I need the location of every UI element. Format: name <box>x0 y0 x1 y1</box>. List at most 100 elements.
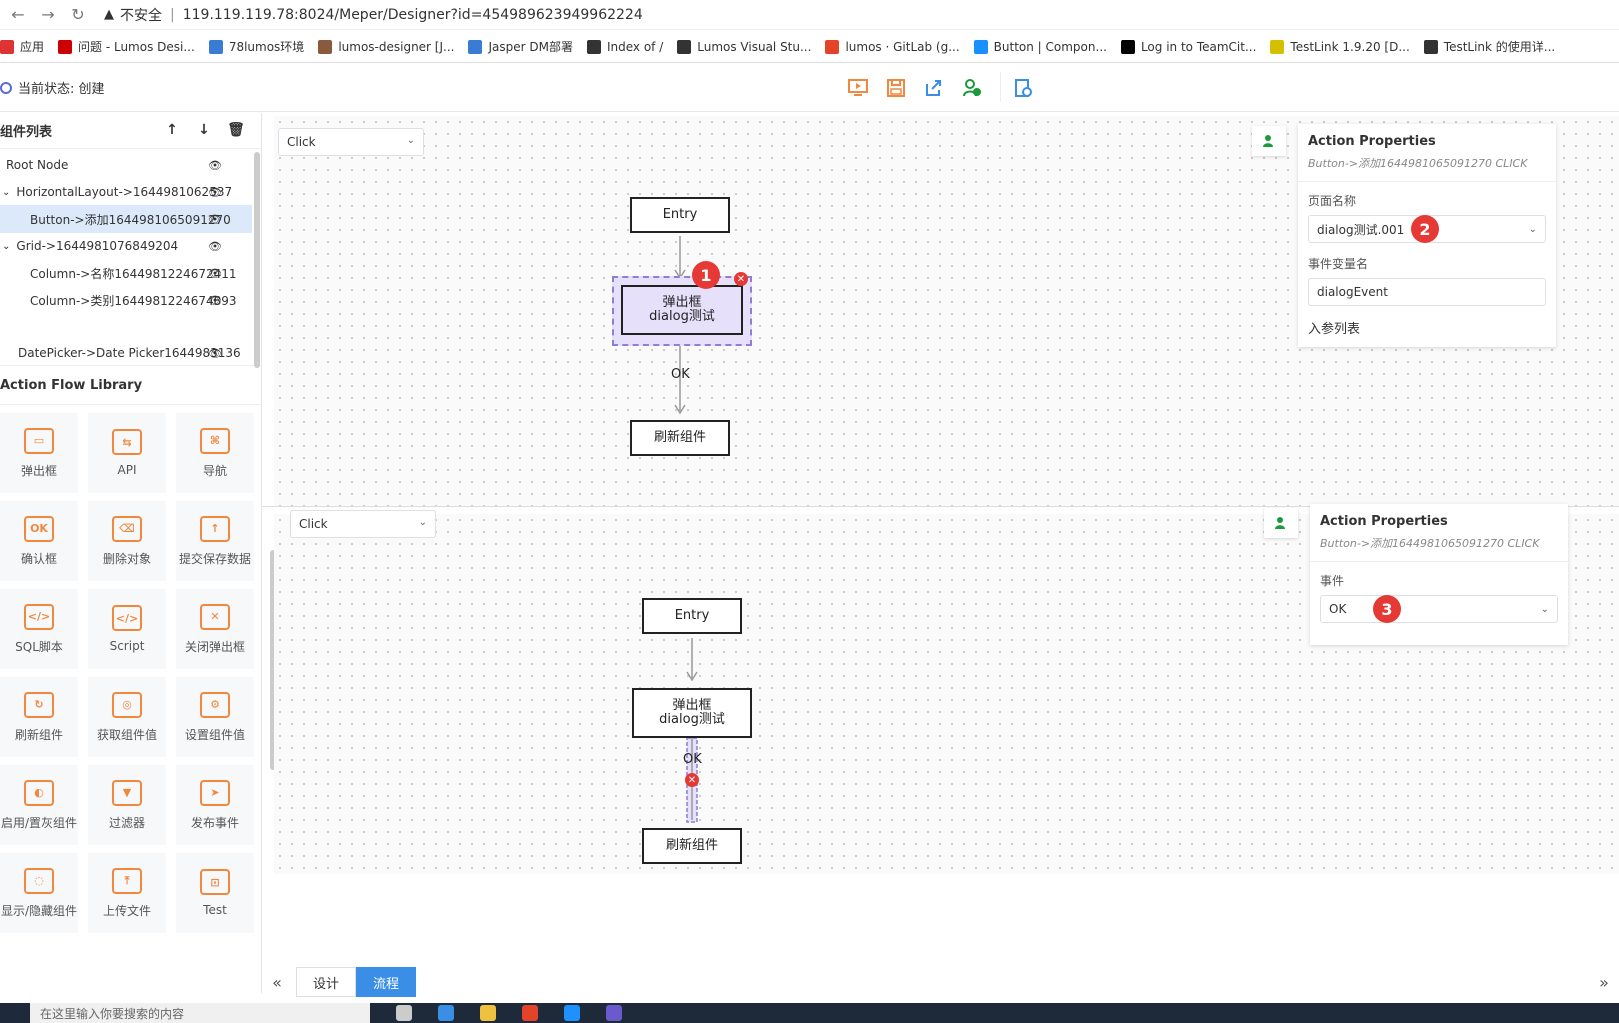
tree-node[interactable]: ⌄ Grid->1644981076849204 👁 <box>0 232 252 260</box>
visibility-eye-icon[interactable]: 👁 <box>208 240 222 253</box>
library-item-label: 弹出框 <box>20 463 57 478</box>
flow-canvas-bottom[interactable]: Click ⌄ Entry 弹出框 dialog测试 OK ✕ 刷新组件 Act… <box>274 504 1619 874</box>
folder-icon[interactable] <box>480 1005 496 1021</box>
reload-icon[interactable]: ↻ <box>66 3 90 27</box>
library-item-icon: ⌘ <box>200 427 230 454</box>
page-name-select[interactable]: dialog测试.001 ⌄ 2 <box>1308 215 1546 243</box>
tree-node[interactable]: ⌄ HorizontalLayout->1644981062537 👁 <box>0 178 252 206</box>
expand-arrow-icon[interactable]: ⌄ <box>2 241 10 252</box>
library-item[interactable]: ➤ 发布事件 <box>176 765 254 845</box>
user-assign-icon[interactable] <box>1264 508 1298 538</box>
bookmark-item[interactable]: Button | Compon... <box>973 39 1107 54</box>
library-item[interactable]: ▭ 弹出框 <box>0 413 78 493</box>
delete-icon[interactable]: 🗑 <box>227 122 245 138</box>
export-icon[interactable] <box>918 72 950 104</box>
library-item[interactable]: ▼ 过滤器 <box>88 765 166 845</box>
library-item[interactable]: ⤒ 上传文件 <box>88 853 166 933</box>
library-item[interactable]: ◌ 显示/隐藏组件 <box>0 853 78 933</box>
tree-node[interactable]: Button->添加1644981065091270 👁 <box>0 205 252 233</box>
visibility-eye-icon[interactable]: 👁 <box>208 213 222 226</box>
dialog-node[interactable]: 弹出框 dialog测试 <box>632 688 752 738</box>
library-item-label: 过滤器 <box>108 815 145 830</box>
visibility-eye-icon[interactable]: 👁 <box>208 159 222 172</box>
chrome-icon[interactable] <box>522 1005 538 1021</box>
bookmark-item[interactable]: 78lumos环境 <box>208 38 304 55</box>
move-up-icon[interactable]: ↑ <box>163 122 181 138</box>
back-icon[interactable]: ← <box>6 3 30 27</box>
library-item-icon: ◎ <box>112 691 142 718</box>
library-item[interactable]: OK 确认框 <box>0 501 78 581</box>
user-assign-icon[interactable] <box>1252 126 1286 156</box>
settings-doc-icon[interactable] <box>1007 72 1039 104</box>
library-item-label: 发布事件 <box>190 815 239 830</box>
properties-body: 事件 OK ⌄ 3 <box>1310 562 1568 645</box>
library-item[interactable]: ⌫ 删除对象 <box>88 501 166 581</box>
flow-canvas-top[interactable]: Click ⌄ Entry 弹出框 dialog测试 ✕ 1 OK 刷新组件 A… <box>274 116 1619 506</box>
app-icon[interactable] <box>564 1005 580 1021</box>
library-item[interactable]: ⚙ 设置组件值 <box>176 677 254 757</box>
bookmark-item[interactable]: TestLink 1.9.20 [D... <box>1270 39 1410 54</box>
entry-node[interactable]: Entry <box>630 197 730 233</box>
annotation-marker-1: 1 <box>692 261 720 289</box>
tab-design[interactable]: 设计 <box>296 967 357 997</box>
library-item[interactable]: </> Script <box>88 589 166 669</box>
mail-icon[interactable] <box>438 1005 454 1021</box>
preview-icon[interactable] <box>842 72 874 104</box>
bookmark-item[interactable]: Jasper DM部署 <box>468 38 573 55</box>
move-down-icon[interactable]: ↓ <box>195 122 213 138</box>
collapse-right-icon[interactable]: » <box>1589 973 1619 992</box>
tree-node[interactable]: Column->类别1644981224674893 👁 <box>0 286 252 314</box>
visibility-eye-icon[interactable]: 👁 <box>208 294 222 307</box>
tree-node[interactable]: DatePicker->Date Picker1644983136 👁 <box>0 339 252 367</box>
library-item-label: 关闭弹出框 <box>184 639 245 654</box>
event-var-input[interactable]: dialogEvent <box>1308 278 1546 306</box>
library-item-icon: ⤒ <box>112 867 142 894</box>
event-select-field[interactable]: OK ⌄ 3 <box>1320 595 1558 623</box>
tree-scrollbar[interactable] <box>254 152 260 368</box>
library-item[interactable]: ⊡ Test <box>176 853 254 933</box>
library-item[interactable]: ✕ 关闭弹出框 <box>176 589 254 669</box>
library-item-label: 刷新组件 <box>14 727 63 742</box>
url-field[interactable]: ▲ 不安全 | 119.119.119.78:8024/Meper/Design… <box>104 5 643 25</box>
bookmark-item[interactable]: TestLink 的使用详... <box>1423 38 1555 55</box>
app-icon[interactable] <box>606 1005 622 1021</box>
delete-node-icon[interactable]: ✕ <box>734 272 748 286</box>
save-icon[interactable] <box>880 72 912 104</box>
component-list-header: 组件列表 ↑ ↓ 🗑 <box>0 113 261 149</box>
bookmark-item[interactable]: Index of / <box>586 39 663 54</box>
dialog-node[interactable]: 弹出框 dialog测试 <box>621 285 743 335</box>
library-item[interactable]: ◎ 获取组件值 <box>88 677 166 757</box>
visibility-eye-icon[interactable]: 👁 <box>208 347 222 360</box>
bookmark-item[interactable]: lumos · GitLab (g... <box>825 39 960 54</box>
library-item[interactable]: ↑ 提交保存数据 <box>176 501 254 581</box>
tab-flow[interactable]: 流程 <box>356 967 417 997</box>
library-item[interactable]: ◐ 启用/置灰组件 <box>0 765 78 845</box>
collapse-left-icon[interactable]: « <box>262 973 292 992</box>
visibility-eye-icon[interactable]: 👁 <box>208 267 222 280</box>
tree-node[interactable]: Column->名称1644981224672411 👁 <box>0 259 252 287</box>
dialog-node-selected[interactable]: 弹出框 dialog测试 <box>612 276 752 346</box>
taskbar-search[interactable]: 在这里输入你要搜索的内容 <box>30 1003 370 1023</box>
bookmark-item[interactable]: 问题 - Lumos Desi... <box>58 38 195 55</box>
properties-body: 页面名称 dialog测试.001 ⌄ 2 事件变量名 dialogEvent … <box>1298 182 1556 347</box>
publish-icon[interactable] <box>956 72 988 104</box>
bookmark-item[interactable]: 应用 <box>0 38 44 55</box>
library-item[interactable]: </> SQL脚本 <box>0 589 78 669</box>
refresh-node[interactable]: 刷新组件 <box>642 828 742 864</box>
library-item[interactable]: ⇆ API <box>88 413 166 493</box>
library-item[interactable]: ↻ 刷新组件 <box>0 677 78 757</box>
refresh-node[interactable]: 刷新组件 <box>630 420 730 456</box>
entry-node[interactable]: Entry <box>642 598 742 634</box>
expand-arrow-icon[interactable]: ⌄ <box>2 187 10 198</box>
library-item[interactable]: ⌘ 导航 <box>176 413 254 493</box>
library-item-label: 显示/隐藏组件 <box>0 903 78 918</box>
bookmark-item[interactable]: Lumos Visual Stu... <box>677 39 811 54</box>
forward-icon[interactable]: → <box>36 3 60 27</box>
library-item-label: 启用/置灰组件 <box>0 815 78 830</box>
bookmark-item[interactable]: lumos-designer [J... <box>318 39 454 54</box>
task-view-icon[interactable] <box>396 1005 412 1021</box>
delete-edge-icon[interactable]: ✕ <box>685 773 699 787</box>
tree-node[interactable]: Root Node 👁 <box>0 151 252 179</box>
bookmark-item[interactable]: Log in to TeamCit... <box>1120 39 1256 54</box>
visibility-eye-icon[interactable]: 👁 <box>208 186 222 199</box>
